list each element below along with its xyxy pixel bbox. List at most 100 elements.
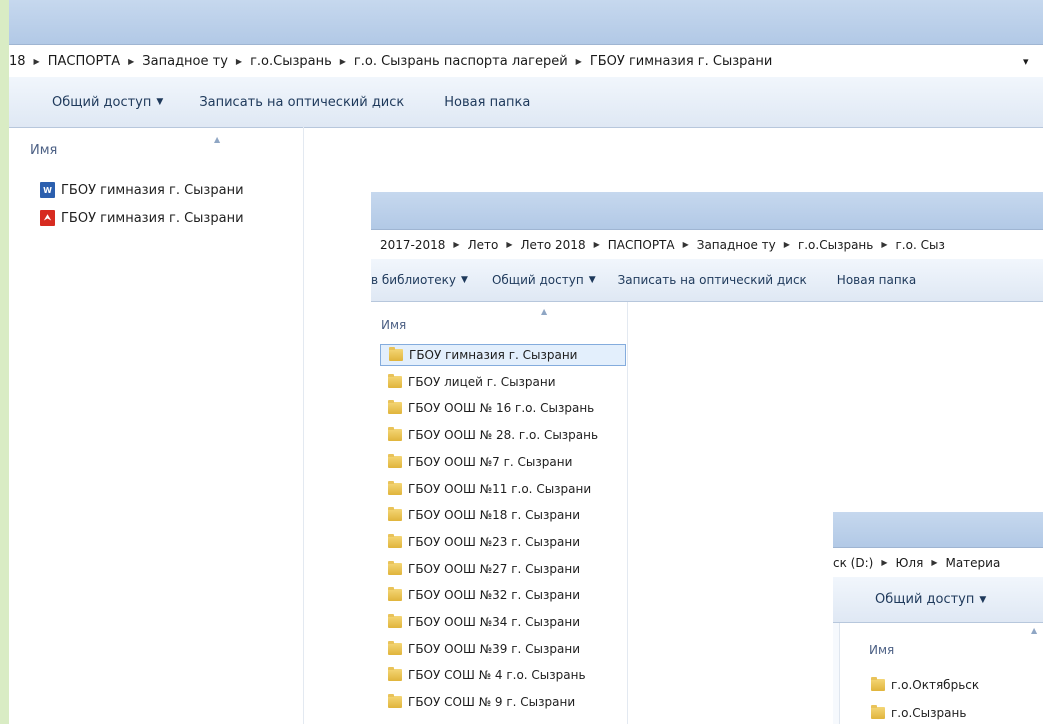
breadcrumb-item[interactable]: Лето	[468, 238, 499, 252]
address-bar[interactable]: ск (D:) ▶ Юля ▶ Материа	[833, 547, 1043, 578]
list-item[interactable]: ⮝ ГБОУ гимназия г. Сызрани	[40, 207, 300, 229]
breadcrumb-item[interactable]: г.о. Сыз	[896, 238, 945, 252]
breadcrumb-arrow-icon[interactable]: ▶	[340, 57, 346, 66]
column-header-name[interactable]: Имя	[30, 143, 57, 158]
share-label: Общий доступ	[875, 592, 975, 607]
add-to-library-button[interactable]: в библиотеку ▼	[371, 273, 468, 287]
folder-icon	[388, 507, 402, 522]
file-name: ГБОУ гимназия г. Сызрани	[61, 182, 244, 198]
list-item[interactable]: ГБОУ ООШ № 28. г.о. Сызрань	[380, 424, 634, 446]
new-folder-button[interactable]: Новая папка	[837, 273, 916, 287]
list-item[interactable]: ГБОУ ООШ №11 г.о. Сызрани	[380, 478, 634, 500]
sort-arrow-icon: ▲	[1031, 626, 1038, 635]
breadcrumb-item[interactable]: г.о. Сызрань паспорта лагерей	[354, 54, 568, 69]
list-item[interactable]: ГБОУ лицей г. Сызрани	[380, 371, 634, 393]
window-title-bar[interactable]	[9, 0, 1043, 44]
breadcrumb-item[interactable]: ГБОУ гимназия г. Сызрани	[590, 54, 773, 69]
folder-icon	[388, 640, 402, 655]
breadcrumb-arrow-icon[interactable]: ▶	[453, 240, 459, 249]
list-item[interactable]: W ГБОУ гимназия г. Сызрани	[40, 179, 300, 201]
folder-icon	[388, 373, 402, 388]
sort-arrow-icon: ▲	[541, 307, 548, 316]
chevron-down-icon: ▼	[461, 275, 468, 285]
column-header-name[interactable]: Имя	[869, 643, 894, 657]
window-title-bar[interactable]	[833, 512, 1043, 547]
word-doc-icon: W	[40, 182, 55, 198]
breadcrumb-arrow-icon[interactable]: ▶	[34, 57, 40, 66]
breadcrumb-arrow-icon[interactable]: ▶	[931, 558, 937, 567]
breadcrumb-item[interactable]: г.о.Сызрань	[250, 54, 332, 69]
breadcrumb-arrow-icon[interactable]: ▶	[881, 558, 887, 567]
list-item[interactable]: ГБОУ ООШ №34 г. Сызрани	[380, 611, 634, 633]
breadcrumb-arrow-icon[interactable]: ▶	[594, 240, 600, 249]
folder-name: ГБОУ СОШ № 9 г. Сызрани	[408, 695, 576, 710]
burn-disc-button[interactable]: Записать на оптический диск	[199, 95, 404, 110]
pdf-file-icon: ⮝	[40, 210, 55, 226]
breadcrumb-item[interactable]: Лето 2018	[520, 238, 585, 252]
list-item[interactable]: ГБОУ ООШ №7 г. Сызрани	[380, 451, 634, 473]
breadcrumb-item[interactable]: Юля	[895, 556, 923, 570]
column-header-name[interactable]: Имя	[381, 318, 406, 332]
folder-icon	[388, 480, 402, 495]
folder-name: ГБОУ ООШ №11 г.о. Сызрани	[408, 481, 592, 496]
list-item[interactable]: г.о.Сызрань	[871, 702, 1043, 724]
breadcrumb-arrow-icon[interactable]: ▶	[683, 240, 689, 249]
breadcrumb-arrow-icon[interactable]: ▶	[236, 57, 242, 66]
list-item[interactable]: ГБОУ гимназия г. Сызрани	[380, 344, 626, 366]
folder-name: ГБОУ лицей г. Сызрани	[408, 374, 556, 389]
list-item[interactable]: ГБОУ ООШ №27 г. Сызрани	[380, 558, 634, 580]
window-title-bar[interactable]	[371, 192, 1043, 229]
folder-name: ГБОУ ООШ №7 г. Сызрани	[408, 454, 573, 469]
burn-disc-button[interactable]: Записать на оптический диск	[618, 273, 807, 287]
explorer-window-districts: ск (D:) ▶ Юля ▶ Материа Общий доступ ▼ Им…	[833, 512, 1043, 724]
breadcrumb-item[interactable]: Материа	[945, 556, 1000, 570]
folder-name: ГБОУ ООШ №32 г. Сызрани	[408, 588, 581, 603]
sort-arrow-icon: ▲	[214, 135, 221, 144]
folder-icon	[388, 453, 402, 468]
breadcrumb-arrow-icon[interactable]: ▶	[128, 57, 134, 66]
breadcrumb-arrow-icon[interactable]: ▶	[576, 57, 582, 66]
folder-icon	[871, 705, 885, 719]
breadcrumb-item[interactable]: Западное ту	[697, 238, 776, 252]
folder-icon	[389, 347, 403, 361]
folder-name: ГБОУ ООШ №39 г. Сызрани	[408, 641, 581, 656]
breadcrumb-item[interactable]: 18	[9, 54, 26, 69]
breadcrumb-item[interactable]: Западное ту	[142, 54, 228, 69]
breadcrumb-arrow-icon[interactable]: ▶	[784, 240, 790, 249]
breadcrumb-item[interactable]: г.о.Сызрань	[798, 238, 873, 252]
folder-icon	[388, 427, 402, 442]
breadcrumb-item[interactable]: 2017-2018	[380, 238, 445, 252]
list-item[interactable]: ГБОУ СОШ № 4 г.о. Сызрань	[380, 664, 634, 686]
list-item[interactable]: ГБОУ ООШ № 16 г.о. Сызрань	[380, 397, 634, 419]
list-item[interactable]: г.о.Октябрьск	[871, 674, 1043, 696]
navigation-pane	[833, 623, 840, 724]
command-bar: Общий доступ ▼ Записать на оптический дис…	[9, 77, 1043, 128]
command-bar: в библиотеку ▼ Общий доступ ▼ Записать на …	[371, 259, 1043, 302]
share-button[interactable]: Общий доступ ▼	[492, 273, 596, 287]
folder-icon	[388, 400, 402, 415]
command-bar: Общий доступ ▼	[833, 577, 1043, 623]
breadcrumb-item[interactable]: ПАСПОРТА	[608, 238, 675, 252]
share-button[interactable]: Общий доступ ▼	[875, 592, 986, 607]
folder-name: ГБОУ ООШ № 16 г.о. Сызрань	[408, 401, 595, 416]
folder-name: ГБОУ гимназия г. Сызрани	[409, 348, 578, 362]
address-bar[interactable]: 18 ▶ ПАСПОРТА ▶ Западное ту ▶ г.о.Сызран…	[9, 44, 1043, 78]
column-divider[interactable]	[303, 127, 304, 724]
chevron-down-icon: ▼	[156, 97, 164, 107]
breadcrumb-arrow-icon[interactable]: ▶	[881, 240, 887, 249]
folder-name: г.о.Сызрань	[891, 706, 967, 720]
folder-name: г.о.Октябрьск	[891, 678, 980, 692]
list-item[interactable]: ГБОУ ООШ №39 г. Сызрани	[380, 638, 634, 660]
address-dropdown-icon[interactable]: ▾	[1023, 55, 1029, 68]
list-item[interactable]: ГБОУ СОШ № 9 г. Сызрани	[380, 691, 634, 713]
list-item[interactable]: ГБОУ ООШ №32 г. Сызрани	[380, 584, 634, 606]
new-folder-button[interactable]: Новая папка	[444, 95, 530, 110]
list-item[interactable]: ГБОУ ООШ №18 г. Сызрани	[380, 504, 634, 526]
folder-name: ГБОУ ООШ №18 г. Сызрани	[408, 508, 581, 523]
share-button[interactable]: Общий доступ ▼	[52, 95, 163, 110]
address-bar[interactable]: 2017-2018 ▶ Лето ▶ Лето 2018 ▶ ПАСПОРТА …	[371, 229, 1043, 260]
list-item[interactable]: ГБОУ ООШ №23 г. Сызрани	[380, 531, 634, 553]
breadcrumb-item[interactable]: ск (D:)	[833, 556, 873, 570]
breadcrumb-arrow-icon[interactable]: ▶	[506, 240, 512, 249]
breadcrumb-item[interactable]: ПАСПОРТА	[48, 54, 120, 69]
